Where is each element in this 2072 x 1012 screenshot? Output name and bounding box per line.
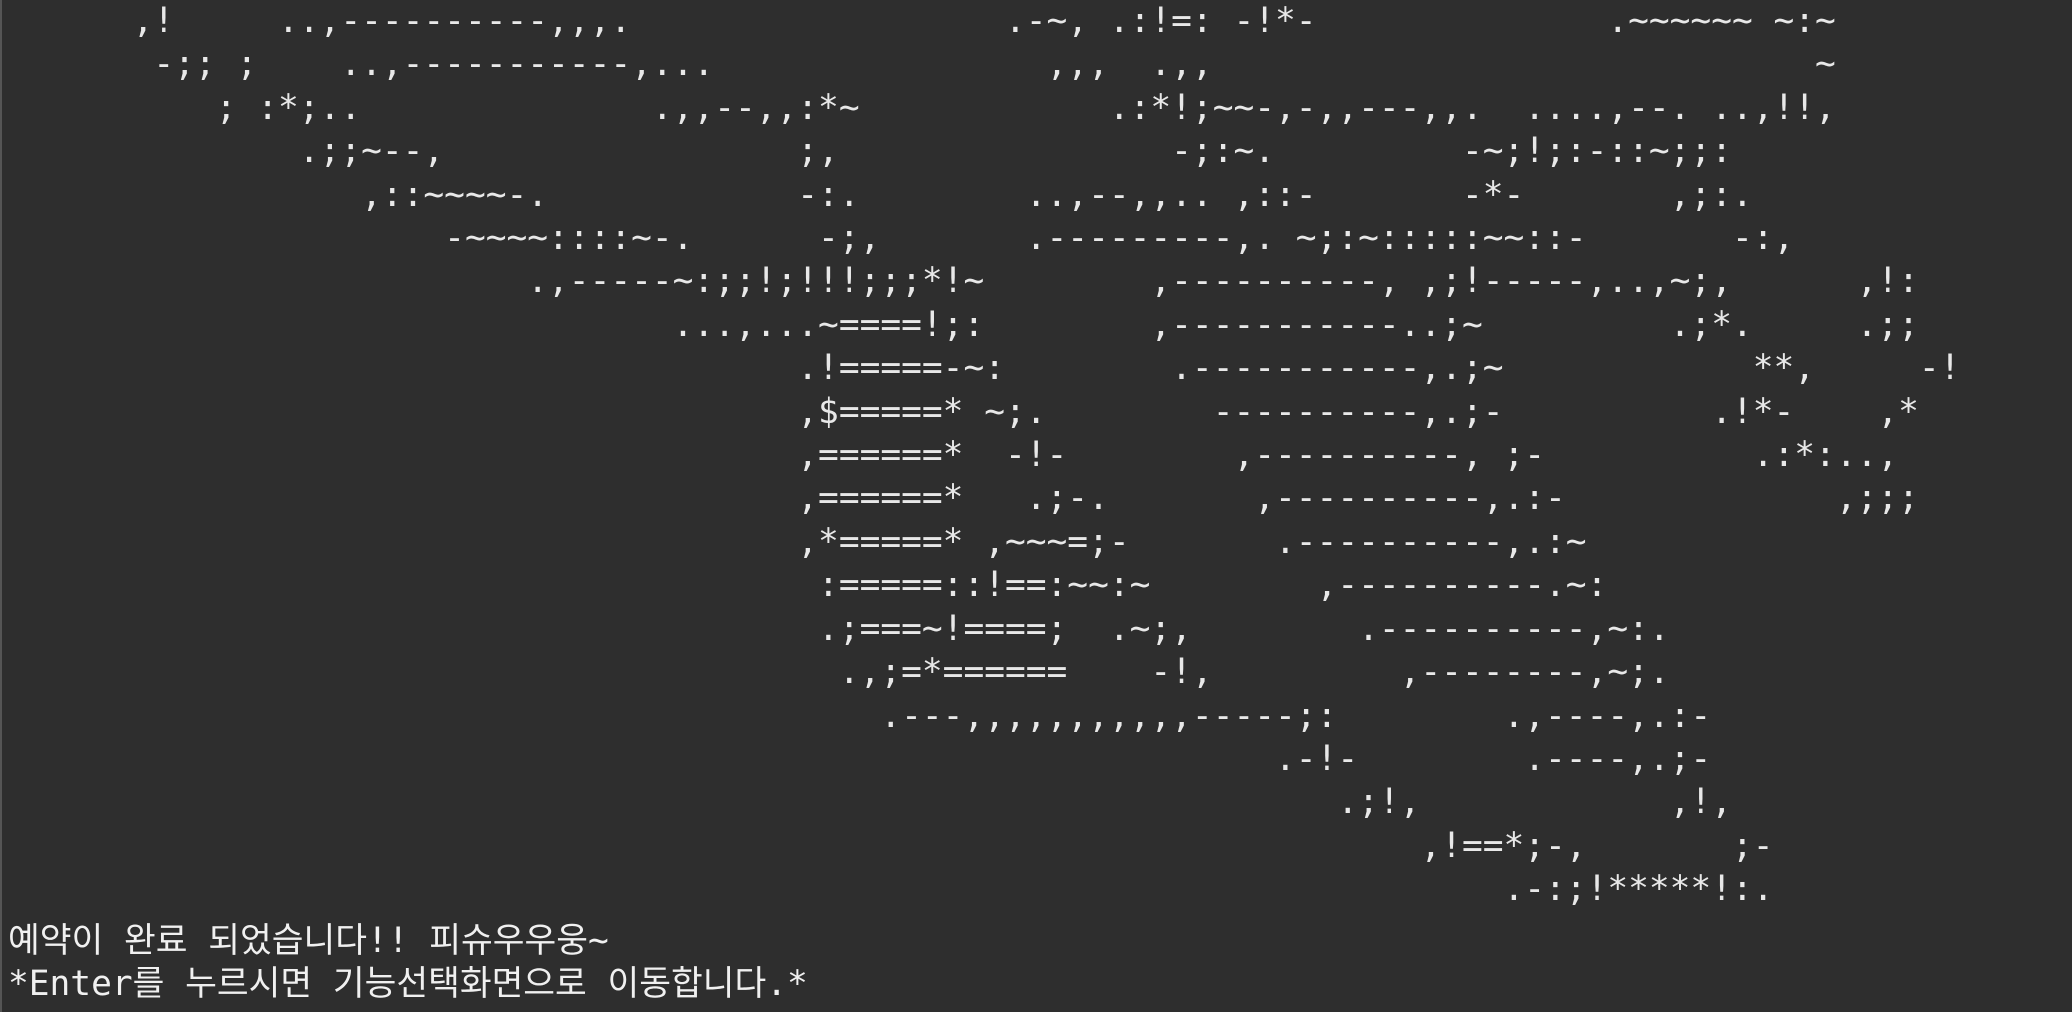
ascii-art-line: ,*=====* ,~~~=;- .----------,.:~ <box>8 521 1587 562</box>
enter-prompt-message: *Enter를 누르시면 기능선택화면으로 이동합니다.* <box>8 964 808 1004</box>
ascii-art-line: .,-----~:;;!;!!!;;;*!~ ,----------, ,;!-… <box>8 261 1919 302</box>
ascii-art-line: .-!- .----,.;- <box>8 738 1712 779</box>
ascii-art-line: .;===~!====; .~;, .----------,~:. <box>8 608 1670 649</box>
ascii-art-line: ,======* .;-. ,----------,.:- ,;;; <box>8 478 1919 519</box>
ascii-art-line: -;; ; ..,-----------,... ,,, .,, ~ <box>8 44 1836 85</box>
ascii-art-line: -~~~~::::~-. -;, .---------,. ~;:~:::::~… <box>8 218 1795 259</box>
terminal-window[interactable]: ,! ..,----------,,,. .-~, .:!=: -!*- .~~… <box>0 0 2072 1012</box>
reservation-complete-message: 예약이 완료 되었습니다!! 피슈우우웅~ <box>8 921 609 961</box>
ascii-art-line: ,::~~~~-. -:. ..,--,,.. ,::- -*- ,;:. <box>8 174 1753 215</box>
ascii-art-line: ,$=====* ~;. ----------,.;- .!*- ,* <box>8 391 1919 432</box>
ascii-art-line: .-:;!*****!:. <box>8 869 1774 910</box>
ascii-art-line: ,! ..,----------,,,. .-~, .:!=: -!*- .~~… <box>8 1 1836 41</box>
ascii-art-line: .;!, ,!, <box>8 782 1732 823</box>
ascii-art-line: :=====::!==:~~:~ ,----------.~: <box>8 565 1608 606</box>
ascii-art-line: ,======* -!- ,----------, ;- .:*:.., <box>8 435 1899 476</box>
ascii-art-line: ,!==*;-, ;- <box>8 825 1774 866</box>
ascii-art-airplane: ,! ..,----------,,,. .-~, .:!=: -!*- .~~… <box>8 0 1961 912</box>
ascii-art-line: ...,...~====!;: ,-----------..;~ .;*. .;… <box>8 304 1919 345</box>
ascii-art-line: .---,,,,,,,,,,,-----;: .,----,.:- <box>8 695 1712 736</box>
ascii-art-line: .;;~--, ;, -;:~. -~;!;:-::~;;: <box>8 131 1732 172</box>
ascii-art-line: ; :*;.. .,,--,,:*~ .:*!;~~-,-,,---,,. ..… <box>8 87 1836 128</box>
ascii-art-line: .,;=*====== -!, ,--------,~;. <box>8 652 1670 693</box>
ascii-art-line: .!=====-~: .-----------,.;~ **, -! <box>8 348 1961 389</box>
